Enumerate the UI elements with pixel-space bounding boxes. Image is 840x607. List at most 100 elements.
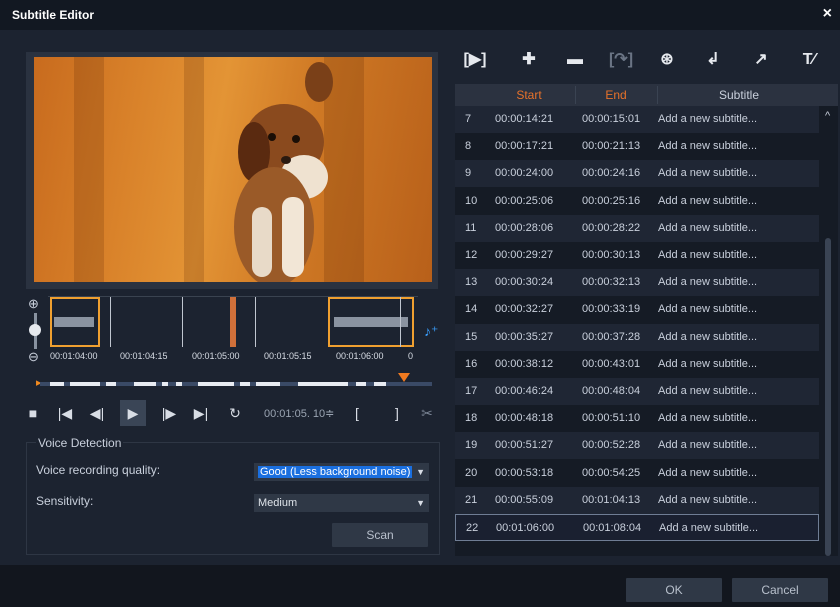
table-row[interactable]: 21 00:00:55:09 00:01:04:13 Add a new subtit… <box>455 487 819 514</box>
import-subtitle-icon[interactable]: ↲ <box>700 40 726 80</box>
cell-num: 21 <box>465 494 478 506</box>
cell-num: 16 <box>465 358 478 370</box>
cell-end: 00:00:28:22 <box>582 222 641 234</box>
cell-start: 00:00:29:27 <box>495 249 554 261</box>
cell-start: 00:00:38:12 <box>495 358 554 370</box>
subtitle-toolbar: [▶] ✚ ▬ [↷] ⊛ ↲ ↗ T⁄ <box>456 40 836 80</box>
scrub-bar[interactable] <box>40 382 432 386</box>
cell-start: 00:00:17:21 <box>495 140 554 152</box>
go-end-button[interactable]: ▶| <box>190 400 212 426</box>
cell-end: 00:00:51:10 <box>582 412 641 424</box>
cancel-button[interactable]: Cancel <box>732 578 828 602</box>
cell-start: 00:00:35:27 <box>495 331 554 343</box>
mark-in-button[interactable]: [ <box>350 400 364 426</box>
cell-start: 00:00:46:24 <box>495 385 554 397</box>
table-row[interactable]: 15 00:00:35:27 00:00:37:28 Add a new subtit… <box>455 324 819 351</box>
scroll-up-icon[interactable]: ^ <box>825 110 830 122</box>
title-bar: Subtitle Editor × <box>0 0 840 30</box>
header-end: End <box>605 88 627 102</box>
ok-button[interactable]: OK <box>626 578 722 602</box>
table-row[interactable]: 17 00:00:46:24 00:00:48:04 Add a new subtit… <box>455 378 819 405</box>
zoom-in-icon[interactable]: ⊕ <box>28 296 39 312</box>
voice-wave-icon[interactable]: ♪⁺ <box>424 323 438 340</box>
table-row[interactable]: 18 00:00:48:18 00:00:51:10 Add a new subtit… <box>455 405 819 432</box>
cell-end: 00:00:25:16 <box>582 195 641 207</box>
text-options-icon[interactable]: T⁄ <box>796 40 822 80</box>
header-start: Start <box>516 88 542 102</box>
cell-end: 00:00:37:28 <box>582 331 641 343</box>
play-button[interactable]: ▶ <box>120 400 146 426</box>
table-row[interactable]: 22 00:01:06:00 00:01:08:04 Add a new subtit… <box>455 514 819 541</box>
chevron-down-icon: ▼ <box>416 467 425 477</box>
cell-num: 19 <box>465 439 478 451</box>
cell-end: 00:01:04:13 <box>582 494 641 506</box>
timeline-gridline <box>182 297 183 347</box>
scrollbar-thumb[interactable] <box>825 238 831 556</box>
cell-num: 20 <box>465 467 478 479</box>
sensitivity-label: Sensitivity: <box>36 494 94 508</box>
chevron-down-icon: ▼ <box>416 498 425 508</box>
cell-subtitle: Add a new subtitle... <box>658 358 758 370</box>
cell-end: 00:00:21:13 <box>582 140 641 152</box>
add-subtitle-icon[interactable]: ✚ <box>516 40 542 80</box>
vertical-scrollbar[interactable]: ^ <box>821 106 838 556</box>
cell-num: 14 <box>465 303 478 315</box>
sensitivity-select[interactable]: Medium ▼ <box>254 494 429 512</box>
export-subtitle-icon[interactable]: ↗ <box>748 40 774 80</box>
cell-subtitle: Add a new subtitle... <box>658 467 758 479</box>
cell-end: 00:00:54:25 <box>582 467 641 479</box>
cell-num: 10 <box>465 195 478 207</box>
remove-subtitle-icon[interactable]: ▬ <box>562 40 588 80</box>
cell-num: 12 <box>465 249 478 261</box>
window-title: Subtitle Editor <box>12 8 94 22</box>
prev-frame-button[interactable]: ◀| <box>86 400 108 426</box>
table-row[interactable]: 16 00:00:38:12 00:00:43:01 Add a new subtit… <box>455 351 819 378</box>
cell-num: 13 <box>465 276 478 288</box>
table-row[interactable]: 19 00:00:51:27 00:00:52:28 Add a new subtit… <box>455 432 819 459</box>
timecode-field[interactable]: 00:01:05. 10≑ <box>264 405 342 423</box>
go-start-button[interactable]: |◀ <box>54 400 76 426</box>
cell-num: 8 <box>465 140 472 152</box>
timeline-gridline <box>110 297 111 347</box>
merge-subtitle-icon[interactable]: [↷] <box>608 40 634 80</box>
table-row[interactable]: 9 00:00:24:00 00:00:24:16 Add a new subtitl… <box>455 160 819 187</box>
table-row[interactable]: 12 00:00:29:27 00:00:30:13 Add a new subtit… <box>455 242 819 269</box>
table-row[interactable]: 13 00:00:30:24 00:00:32:13 Add a new subtit… <box>455 269 819 296</box>
tick-label: 00:01:05:15 <box>264 351 312 361</box>
table-row[interactable]: 20 00:00:53:18 00:00:54:25 Add a new subtit… <box>455 460 819 487</box>
tick-label: 00:01:04:15 <box>120 351 168 361</box>
play-subtitle-icon[interactable]: [▶] <box>462 40 488 80</box>
close-icon[interactable]: × <box>823 5 832 23</box>
next-frame-button[interactable]: |▶ <box>158 400 180 426</box>
mark-out-button[interactable]: ] <box>390 400 404 426</box>
sensitivity-value: Medium <box>258 497 298 509</box>
cell-end: 00:00:43:01 <box>582 358 641 370</box>
table-header: Start End Subtitle <box>455 84 838 106</box>
quality-select[interactable]: Good (Less background noise) ▼ <box>254 463 429 481</box>
voice-detection-title: Voice Detection <box>36 436 124 450</box>
cell-subtitle: Add a new subtitle... <box>658 167 758 179</box>
table-row[interactable]: 7 00:00:14:21 00:00:15:01 Add a new subtitl… <box>455 106 819 133</box>
zoom-slider-handle[interactable] <box>29 324 41 336</box>
waveform-timeline[interactable] <box>48 296 418 347</box>
tick-label: 00:01:05:00 <box>192 351 240 361</box>
table-body: 7 00:00:14:21 00:00:15:01 Add a new subtitl… <box>455 106 821 556</box>
repeat-icon[interactable]: ↻ <box>224 400 246 426</box>
cell-subtitle: Add a new subtitle... <box>658 303 758 315</box>
scan-button[interactable]: Scan <box>332 523 428 547</box>
table-row[interactable]: 8 00:00:17:21 00:00:21:13 Add a new subtitl… <box>455 133 819 160</box>
zoom-out-icon[interactable]: ⊖ <box>28 349 39 365</box>
voice-detect-icon[interactable]: ⊛ <box>654 40 680 80</box>
table-row[interactable]: 11 00:00:28:06 00:00:28:22 Add a new subtit… <box>455 215 819 242</box>
playhead-marker[interactable] <box>230 297 236 347</box>
table-row[interactable]: 14 00:00:32:27 00:00:33:19 Add a new subtit… <box>455 296 819 323</box>
waveform <box>334 317 408 327</box>
table-row[interactable]: 10 00:00:25:06 00:00:25:16 Add a new subtit… <box>455 188 819 215</box>
cell-subtitle: Add a new subtitle... <box>658 385 758 397</box>
scrub-playhead[interactable] <box>398 373 410 382</box>
stop-button[interactable]: ■ <box>24 400 42 426</box>
cell-start: 00:00:14:21 <box>495 113 554 125</box>
timeline-gridline <box>400 297 401 347</box>
cell-subtitle: Add a new subtitle... <box>658 439 758 451</box>
split-icon[interactable]: ✂ <box>418 400 436 426</box>
